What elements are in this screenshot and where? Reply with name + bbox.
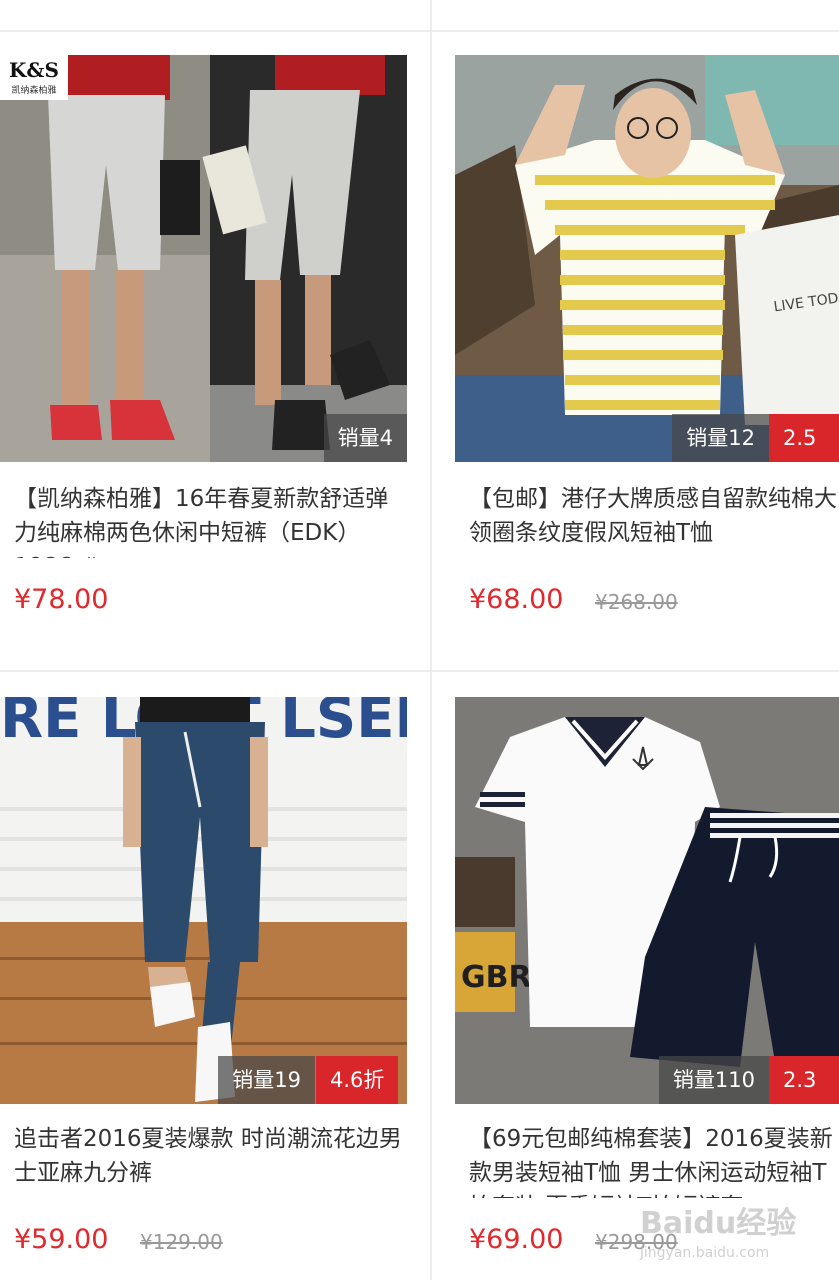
sales-badge: 销量4 (323, 414, 407, 462)
sales-badge: 销量110 (658, 1056, 769, 1104)
product-price: ¥68.00 (469, 584, 564, 615)
product-image[interactable]: K&S 凯纳森柏雅 销量4 (0, 55, 407, 462)
baidu-watermark: Baidu经验 jingyan.baidu.com (640, 1205, 820, 1269)
tracksuit-photo: GBR (455, 697, 839, 1104)
product-price: ¥69.00 (469, 1224, 564, 1255)
watermark-logo: Baidu经验 (640, 1206, 797, 1241)
pants-photo: RE LOST LSEROOT (0, 697, 407, 1104)
product-image[interactable]: GBR 销量110 2.3折 (455, 697, 839, 1104)
discount-badge: 2.5折 (769, 414, 839, 462)
sales-badge: 销量19 (218, 1056, 315, 1104)
striped-tee-photo: LIVE TODAY WORRY TOMORROW (455, 55, 839, 462)
watermark-url: jingyan.baidu.com (640, 1245, 770, 1261)
product-title[interactable]: 【69元包邮纯棉套装】2016夏装新款男装短袖T恤 男士休闲运动短袖T恤套装 夏… (469, 1122, 837, 1198)
image-brand-logo: K&S (9, 58, 59, 82)
product-title[interactable]: 追击者2016夏装爆款 时尚潮流花边男士亚麻九分裤 (14, 1122, 404, 1190)
image-plate-text: GBR (461, 960, 532, 995)
product-price: ¥59.00 (14, 1224, 109, 1255)
original-price: ¥129.00 (140, 1230, 223, 1254)
sales-badge: 销量12 (672, 414, 769, 462)
product-price: ¥78.00 (14, 584, 109, 615)
product-title[interactable]: 【凯纳森柏雅】16年春夏新款舒适弹力纯麻棉两色休闲中短裤（EDK）1986 # (14, 482, 404, 558)
shorts-photo: K&S 凯纳森柏雅 (0, 55, 407, 462)
product-title[interactable]: 【包邮】港仔大牌质感自留款纯棉大领圈条纹度假风短袖T恤 (469, 482, 837, 550)
product-card[interactable]: K&S 凯纳森柏雅 销量4 【凯纳森柏雅】16年春夏新款舒适弹力纯麻棉两色休闲中… (0, 32, 430, 670)
product-image[interactable]: LIVE TODAY WORRY TOMORROW 销量12 2.5折 (455, 55, 839, 462)
svg-text:凯纳森柏雅: 凯纳森柏雅 (11, 84, 56, 96)
product-grid: K&S 凯纳森柏雅 销量4 【凯纳森柏雅】16年春夏新款舒适弹力纯麻棉两色休闲中… (0, 0, 839, 1280)
product-card[interactable]: GBR 销量110 2.3折 【69元包邮纯棉套装】2016夏装新款男装短袖T恤 (432, 672, 839, 1280)
discount-badge: 4.6折 (316, 1056, 399, 1104)
original-price: ¥268.00 (595, 590, 678, 614)
discount-badge: 2.3折 (769, 1056, 839, 1104)
product-card[interactable]: RE LOST LSEROOT 销量19 4.6折 追击者20 (0, 672, 430, 1280)
product-image[interactable]: RE LOST LSEROOT 销量19 4.6折 (0, 697, 407, 1104)
product-card[interactable]: LIVE TODAY WORRY TOMORROW 销量12 2.5折 【包邮】… (432, 32, 839, 670)
